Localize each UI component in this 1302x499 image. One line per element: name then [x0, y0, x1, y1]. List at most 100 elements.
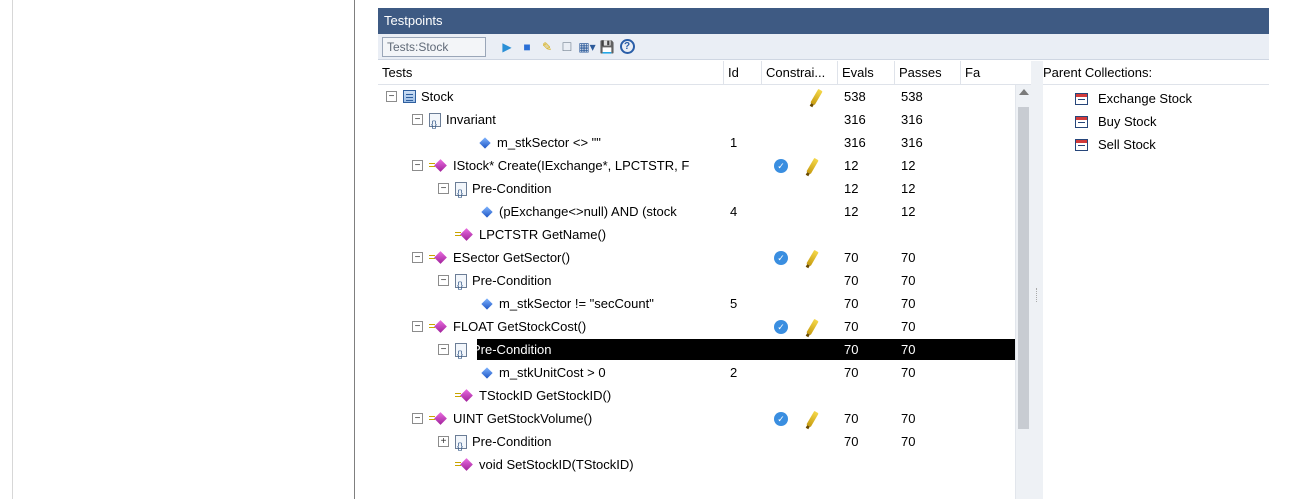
constraints-cell	[762, 361, 838, 384]
pencil-icon[interactable]	[810, 88, 823, 105]
test-label: Pre-Condition	[472, 434, 552, 449]
grid-header: Tests Id Constrai... Evals Passes Fa	[378, 61, 1031, 85]
table-row[interactable]: m_stkSector <> "" 1 316 316	[378, 131, 1015, 154]
tests-grid: Tests Id Constrai... Evals Passes Fa − St…	[378, 61, 1031, 499]
collection-label: Buy Stock	[1098, 114, 1157, 129]
testset-combo[interactable]: Tests:Stock	[382, 36, 486, 57]
stop-button[interactable]: ■	[518, 37, 536, 57]
test-label: (pExchange<>null) AND (stock	[499, 204, 677, 219]
evals-cell: 70	[844, 296, 859, 311]
new-button[interactable]: ☐	[558, 37, 576, 57]
test-label: FLOAT GetStockCost()	[453, 319, 587, 334]
operation-icon	[429, 319, 448, 333]
tests-cell: − ESector GetSector()	[378, 246, 724, 269]
column-header-fa[interactable]: Fa	[961, 61, 1031, 85]
edit-icon: ✎	[541, 39, 553, 54]
table-row[interactable]: + Pre-Condition 70 70	[378, 430, 1015, 453]
id-cell	[724, 85, 762, 108]
operation-icon	[429, 250, 448, 264]
test-label: m_stkUnitCost > 0	[499, 365, 606, 380]
expand-toggle-icon[interactable]: +	[438, 436, 449, 447]
evals-cell: 12	[844, 181, 859, 196]
passes-cell: 12	[901, 158, 916, 173]
check-circle-icon: ✓	[774, 411, 788, 426]
table-row[interactable]: − Invariant 316 316	[378, 108, 1015, 131]
collapse-toggle-icon[interactable]: −	[412, 321, 423, 332]
stop-icon: ■	[523, 39, 531, 54]
save-button[interactable]: 💾	[598, 37, 616, 57]
view-dropdown-icon: ▦▾	[578, 39, 596, 54]
collapse-toggle-icon[interactable]: −	[438, 275, 449, 286]
table-row[interactable]: − Pre-Condition 70 70	[378, 338, 1015, 361]
attribute-icon	[481, 366, 493, 379]
constraints-cell	[762, 453, 838, 476]
id-cell	[724, 223, 762, 246]
evals-cell: 316	[844, 135, 866, 150]
passes-cell: 70	[901, 342, 916, 357]
evals-cell: 316	[844, 112, 866, 127]
pencil-icon[interactable]	[806, 318, 819, 335]
table-row[interactable]: − ESector GetSector() ✓ 70 70	[378, 246, 1015, 269]
test-label: void SetStockID(TStockID)	[479, 457, 634, 472]
run-button[interactable]: ▶	[498, 37, 516, 57]
vertical-scrollbar[interactable]	[1015, 85, 1031, 499]
scroll-thumb[interactable]	[1018, 107, 1029, 429]
check-circle-icon: ✓	[774, 319, 788, 334]
test-label: Pre-Condition	[472, 181, 552, 196]
passes-cell: 12	[901, 181, 916, 196]
collapse-toggle-icon[interactable]: −	[438, 344, 449, 355]
parent-collections-pane: Parent Collections: Exchange Stock Buy St…	[1043, 61, 1269, 499]
pencil-icon[interactable]	[806, 249, 819, 266]
scroll-up-arrow-icon[interactable]	[1019, 89, 1029, 95]
table-row[interactable]: − Pre-Condition 12 12	[378, 177, 1015, 200]
table-row[interactable]: (pExchange<>null) AND (stock 4 12 12	[378, 200, 1015, 223]
parent-collections-header: Parent Collections:	[1043, 61, 1269, 85]
collapse-toggle-icon[interactable]: −	[386, 91, 397, 102]
table-row[interactable]: void SetStockID(TStockID)	[378, 453, 1015, 476]
window-title: Testpoints	[378, 8, 1269, 34]
table-row[interactable]: − Stock 538 538	[378, 85, 1015, 108]
table-row[interactable]: − IStock* Create(IExchange*, LPCTSTR, F ✓ 1…	[378, 154, 1015, 177]
id-cell	[724, 177, 762, 200]
id-cell: 1	[730, 135, 738, 150]
table-row[interactable]: TStockID GetStockID()	[378, 384, 1015, 407]
column-header-id[interactable]: Id	[724, 61, 762, 85]
operation-icon	[429, 158, 448, 172]
pane-splitter[interactable]	[1031, 61, 1043, 499]
column-header-passes[interactable]: Passes	[895, 61, 961, 85]
table-row[interactable]: − FLOAT GetStockCost() ✓ 70 70	[378, 315, 1015, 338]
list-item[interactable]: Buy Stock	[1043, 110, 1269, 133]
table-row[interactable]: m_stkSector != "secCount" 5 70 70	[378, 292, 1015, 315]
table-row[interactable]: LPCTSTR GetName()	[378, 223, 1015, 246]
test-collection-icon	[1075, 138, 1088, 151]
column-header-constraints[interactable]: Constrai...	[762, 61, 838, 85]
view-dropdown-button[interactable]: ▦▾	[578, 37, 596, 57]
table-row[interactable]: m_stkUnitCost > 0 2 70 70	[378, 361, 1015, 384]
id-cell	[724, 407, 762, 430]
constraint-icon	[429, 112, 441, 131]
collapse-toggle-icon[interactable]: −	[412, 252, 423, 263]
help-button[interactable]: ?	[618, 37, 636, 57]
constraints-cell	[762, 430, 838, 453]
column-header-tests[interactable]: Tests	[378, 61, 724, 85]
list-item[interactable]: Exchange Stock	[1043, 87, 1269, 110]
collapse-toggle-icon[interactable]: −	[412, 413, 423, 424]
list-item[interactable]: Sell Stock	[1043, 133, 1269, 156]
id-cell	[724, 108, 762, 131]
column-header-evals[interactable]: Evals	[838, 61, 895, 85]
tests-cell: − FLOAT GetStockCost()	[378, 315, 724, 338]
table-row[interactable]: − UINT GetStockVolume() ✓ 70 70	[378, 407, 1015, 430]
pencil-icon[interactable]	[806, 157, 819, 174]
edit-button[interactable]: ✎	[538, 37, 556, 57]
test-label: ESector GetSector()	[453, 250, 571, 265]
constraint-icon	[455, 181, 467, 200]
pencil-icon[interactable]	[806, 410, 819, 427]
collapse-toggle-icon[interactable]: −	[412, 160, 423, 171]
splitter-grip-icon	[1036, 288, 1038, 302]
collapse-toggle-icon[interactable]: −	[412, 114, 423, 125]
tests-cell: − Pre-Condition	[378, 269, 724, 292]
collapse-toggle-icon[interactable]: −	[438, 183, 449, 194]
save-icon: 💾	[599, 39, 615, 54]
passes-cell: 70	[901, 319, 916, 334]
table-row[interactable]: − Pre-Condition 70 70	[378, 269, 1015, 292]
